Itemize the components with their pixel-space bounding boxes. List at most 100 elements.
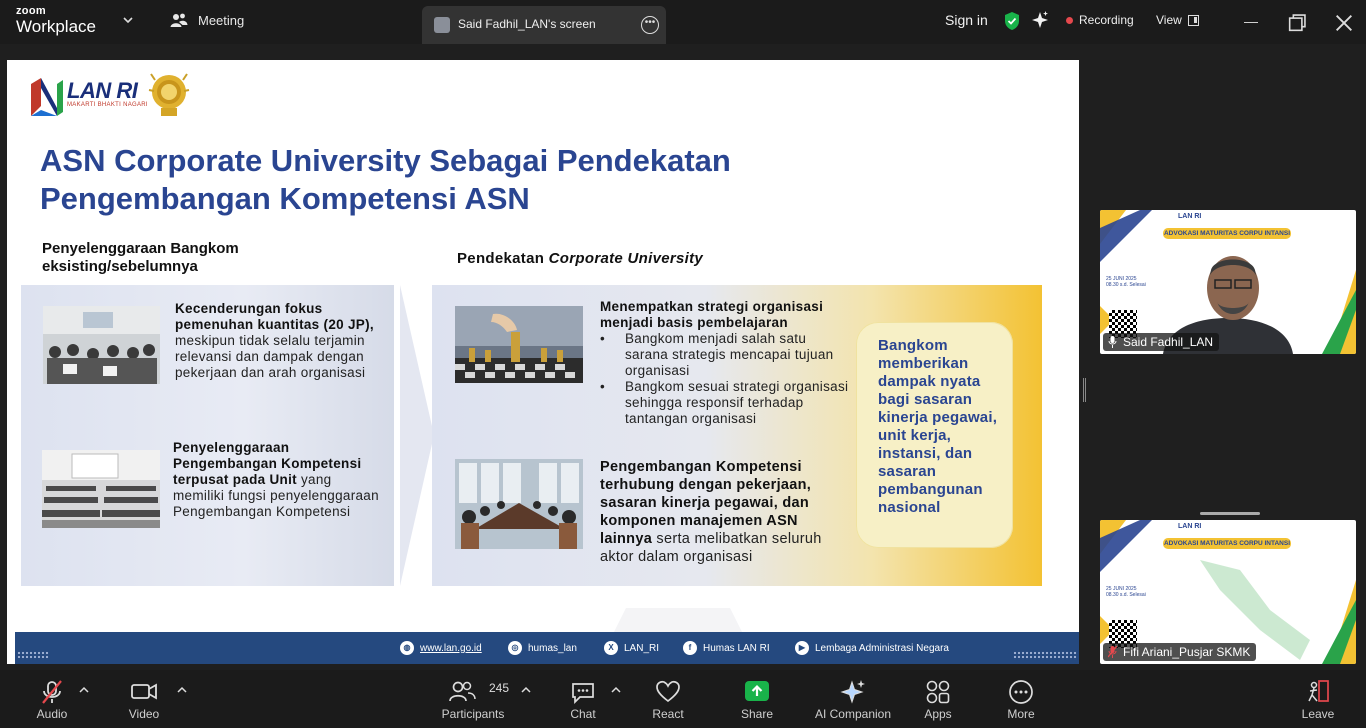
screen-share-tab[interactable]: Said Fadhil_LAN's screen •••: [422, 6, 666, 44]
more-options-icon[interactable]: •••: [641, 16, 659, 34]
chevron-up-icon[interactable]: [79, 686, 89, 694]
chess-photo: [455, 306, 583, 383]
meeting-tab[interactable]: Meeting: [170, 12, 244, 28]
footer-instagram: ◎ humas_lan: [508, 641, 577, 655]
slide-decoration: [613, 608, 743, 634]
chevron-up-icon[interactable]: [611, 686, 621, 694]
close-icon[interactable]: [1333, 12, 1355, 34]
apps-label: Apps: [924, 707, 952, 721]
classroom-photo: [42, 450, 160, 528]
microphone-muted-icon: [42, 680, 62, 704]
instagram-icon: ◎: [508, 641, 522, 655]
participant-name: Said Fadhil_LAN: [1123, 335, 1214, 349]
view-layout-icon: [1187, 14, 1199, 26]
shield-check-icon[interactable]: [1003, 11, 1021, 31]
video-camera-icon: [131, 683, 157, 700]
left-column-heading: Penyelenggaraan Bangkom eksisting/sebelu…: [42, 240, 239, 275]
leave-exit-icon: [1308, 680, 1329, 702]
award-emblem-icon: [148, 73, 190, 116]
heart-icon: [656, 680, 680, 703]
apps-button[interactable]: Apps: [914, 676, 962, 724]
minimize-icon[interactable]: —: [1240, 10, 1262, 32]
restore-icon[interactable]: [1286, 12, 1308, 34]
more-label: More: [1007, 707, 1035, 721]
chat-button[interactable]: Chat: [560, 676, 606, 724]
right-heading-emphasis: Corporate University: [548, 250, 704, 267]
slide-footer: ◍ www.lan.go.id ◎ humas_lan X LAN_RI f Humas…: [15, 632, 1079, 664]
facebook-text: Humas LAN RI: [703, 642, 770, 654]
dot-pattern: [17, 651, 49, 660]
video-label: Video: [128, 707, 160, 721]
recording-label: Recording: [1079, 13, 1134, 27]
participant-tile[interactable]: LAN RI ADVOKASI MATURITAS CORPU INTANSI …: [1100, 520, 1356, 664]
ai-sparkle-icon: [840, 680, 865, 704]
participants-icon: [449, 681, 477, 702]
right-item-1: Menempatkan strategi organisasi menjadi …: [600, 299, 850, 427]
share-screen-icon: [745, 681, 769, 701]
callout-text: Bangkom memberikan dampak nyata bagi sas…: [878, 337, 998, 516]
tile-time: 08.30 s.d. Selesai: [1106, 282, 1146, 288]
ai-companion-label: AI Companion: [814, 707, 892, 721]
react-button[interactable]: React: [644, 676, 692, 724]
right-item-1-bold: Menempatkan strategi organisasi menjadi …: [600, 299, 824, 330]
participant-name-tag: Fifi Ariani_Pusjar SKMK: [1103, 643, 1257, 661]
more-dots-icon: [1009, 680, 1033, 704]
instagram-text: humas_lan: [528, 642, 577, 654]
meeting-toolbar: Audio Video Participants 245 Chat React …: [0, 670, 1366, 728]
zoom-workplace-logo[interactable]: zoom Workplace: [16, 6, 96, 36]
chat-bubble-icon: [572, 683, 594, 705]
arrow-chevron-icon: [400, 285, 434, 586]
footer-website: ◍ www.lan.go.id: [400, 641, 482, 655]
microphone-muted-icon: [1108, 646, 1117, 658]
chevron-up-icon[interactable]: [177, 686, 187, 694]
x-text: LAN_RI: [624, 642, 660, 654]
sign-in-button[interactable]: Sign in: [945, 12, 988, 28]
right-item-2: Pengembangan Kompetensi terhubung dengan…: [600, 458, 850, 566]
share-tab-label: Said Fadhil_LAN's screen: [458, 17, 596, 31]
left-item-1: Kecenderungan fokus pemenuhan kuantitas …: [175, 301, 375, 381]
shared-slide: LAN RI MAKARTI BHAKTI NAGARI ASN Corpora…: [7, 60, 1079, 664]
title-line-1: ASN Corporate University Sebagai Pendeka…: [40, 143, 731, 178]
ai-sparkle-icon[interactable]: [1031, 10, 1049, 30]
tile-banner: ADVOKASI MATURITAS CORPU INTANSI: [1163, 228, 1291, 239]
tile-banner: ADVOKASI MATURITAS CORPU INTANSI: [1163, 538, 1291, 549]
globe-icon: ◍: [400, 641, 414, 655]
youtube-icon: ▶: [795, 641, 809, 655]
share-button[interactable]: Share: [733, 676, 781, 724]
more-button[interactable]: More: [997, 676, 1045, 724]
website-text: www.lan.go.id: [420, 642, 482, 654]
recording-indicator[interactable]: Recording: [1066, 13, 1134, 27]
dot-pattern: [1013, 651, 1077, 660]
view-button[interactable]: View: [1156, 13, 1199, 27]
microphone-icon: [1108, 336, 1117, 348]
avatar: [434, 17, 450, 33]
participants-label: Participants: [441, 707, 505, 721]
title-line-2: Pengembangan Kompetensi ASN: [40, 181, 530, 216]
tile-logo-text: LAN RI: [1178, 523, 1202, 530]
tile-resize-bar[interactable]: [1200, 512, 1260, 515]
bullet-item: Bangkom sesuai strategi organisasi sehin…: [600, 379, 850, 427]
left-item-1-bold: Kecenderungan fokus pemenuhan kuantitas …: [175, 301, 374, 332]
participants-count: 245: [489, 681, 510, 695]
panel-resize-handle[interactable]: [1083, 378, 1086, 402]
facebook-icon: f: [683, 641, 697, 655]
react-label: React: [652, 707, 684, 721]
ai-companion-button[interactable]: AI Companion: [810, 676, 896, 724]
top-bar: zoom Workplace Meeting Said Fadhil_LAN's…: [0, 0, 1366, 44]
participant-name: Fifi Ariani_Pusjar SKMK: [1123, 645, 1251, 659]
chevron-up-icon[interactable]: [521, 686, 531, 694]
audio-button[interactable]: Audio: [28, 676, 76, 724]
chevron-down-icon[interactable]: [122, 14, 134, 26]
footer-youtube: ▶ Lembaga Administrasi Negara: [795, 641, 949, 655]
logo-tagline: MAKARTI BHAKTI NAGARI: [67, 102, 148, 108]
tile-logo-text: LAN RI: [1178, 213, 1202, 220]
chat-label: Chat: [570, 707, 596, 721]
video-button[interactable]: Video: [120, 676, 168, 724]
participant-tile[interactable]: LAN RI ADVOKASI MATURITAS CORPU INTANSI …: [1100, 210, 1356, 354]
lan-logo-mark-icon: [31, 78, 63, 116]
left-item-1-rest: meskipun tidak selalu terjamin relevansi…: [175, 333, 366, 380]
right-item-1-bullets: Bangkom menjadi salah satu sarana strate…: [600, 331, 850, 427]
leave-button[interactable]: Leave: [1294, 676, 1342, 724]
audio-label: Audio: [36, 707, 68, 721]
tile-time: 08.30 s.d. Selesai: [1106, 592, 1146, 598]
